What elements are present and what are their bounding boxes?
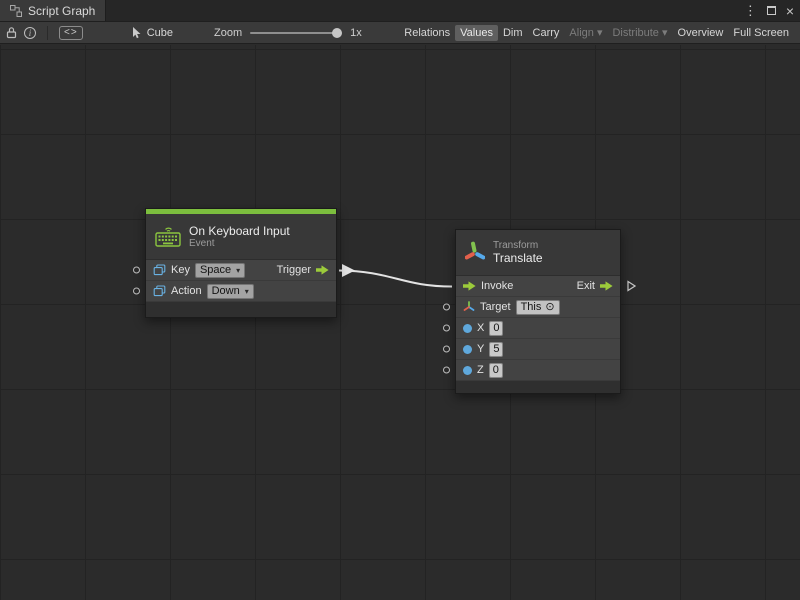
target-input-port[interactable]	[443, 304, 450, 311]
port-row-x: X 0	[456, 318, 620, 339]
graph-icon	[10, 5, 22, 17]
window-menu-icon[interactable]: ⋮	[744, 4, 757, 17]
exit-output-port[interactable]	[600, 281, 613, 291]
translate-node-titles: Transform Translate	[493, 240, 543, 265]
window-titlebar: Script Graph ⋮ ×	[0, 0, 800, 21]
chevron-down-icon: ▾	[236, 266, 240, 275]
keycode-icon	[153, 264, 166, 276]
wire-arrow-icon	[342, 264, 355, 277]
port-row-action: Action Down ▾	[146, 281, 336, 302]
carry-button[interactable]: Carry	[528, 25, 565, 41]
keyboard-icon	[155, 226, 181, 247]
z-label: Z	[477, 364, 484, 376]
flow-row-invoke: Invoke Exit	[456, 276, 620, 297]
relations-button[interactable]: Relations	[399, 25, 455, 41]
invoke-label: Invoke	[481, 280, 513, 292]
x-value-field[interactable]: 0	[489, 321, 503, 336]
info-icon[interactable]: i	[24, 27, 36, 39]
event-node-titles: On Keyboard Input Event	[189, 224, 290, 249]
port-row-y: Y 5	[456, 339, 620, 360]
overview-button[interactable]: Overview	[673, 25, 729, 41]
action-dropdown-value: Down	[212, 285, 240, 297]
x-input-port[interactable]	[443, 325, 450, 332]
tab-script-graph[interactable]: Script Graph	[0, 0, 106, 21]
x-label: X	[477, 322, 484, 334]
exit-label: Exit	[577, 280, 595, 292]
align-button[interactable]: Align ▾	[564, 24, 607, 41]
action-dropdown[interactable]: Down ▾	[207, 284, 254, 299]
key-dropdown[interactable]: Space ▾	[195, 263, 245, 278]
float-type-icon	[463, 324, 472, 333]
float-type-icon	[463, 366, 472, 375]
trigger-output-port[interactable]	[316, 265, 329, 275]
distribute-button[interactable]: Distribute ▾	[607, 24, 672, 41]
cursor-icon	[132, 27, 142, 39]
graph-canvas[interactable]: On Keyboard Input Event Key Space ▾	[0, 45, 800, 600]
node-title: Translate	[493, 251, 543, 265]
key-input-port[interactable]	[133, 267, 140, 274]
z-input-port[interactable]	[443, 367, 450, 374]
dim-button[interactable]: Dim	[498, 25, 528, 41]
z-value-field[interactable]: 0	[489, 363, 503, 378]
zoom-label: Zoom	[214, 27, 242, 39]
keycode-icon	[153, 285, 166, 297]
toolbar-buttons: Relations Values Dim Carry Align ▾ Distr…	[399, 24, 794, 41]
node-footer	[146, 302, 336, 317]
tab-title: Script Graph	[28, 4, 95, 18]
target-object-value: This	[521, 301, 542, 313]
trigger-output-label: Trigger	[277, 264, 311, 276]
zoom-slider-knob[interactable]	[332, 28, 342, 38]
target-object-field[interactable]: This ⊙	[516, 300, 560, 315]
key-dropdown-value: Space	[200, 264, 231, 276]
action-input-port[interactable]	[133, 288, 140, 295]
fullscreen-button[interactable]: Full Screen	[728, 25, 794, 41]
port-row-z: Z 0	[456, 360, 620, 381]
window-controls: ⋮ ×	[744, 0, 794, 21]
close-icon[interactable]: ×	[786, 4, 794, 18]
port-row-target: Target This ⊙	[456, 297, 620, 318]
connection-wire	[0, 45, 800, 600]
zoom-control: Zoom 1x	[214, 27, 362, 39]
maximize-icon[interactable]	[767, 6, 776, 15]
key-port-label: Key	[171, 264, 190, 276]
chevron-down-icon: ▾	[245, 287, 249, 296]
port-row-key: Key Space ▾ Trigger	[146, 260, 336, 281]
node-title: On Keyboard Input	[189, 224, 290, 238]
action-port-label: Action	[171, 285, 202, 297]
node-footer	[456, 381, 620, 393]
invoke-input-port[interactable]	[463, 281, 476, 291]
node-transform-translate[interactable]: Transform Translate Invoke Exit	[455, 229, 621, 394]
graph-owner-group: Cube	[132, 27, 173, 39]
next-flow-triangle-icon	[627, 280, 636, 292]
object-picker-icon: ⊙	[545, 302, 554, 313]
edit-script-icon[interactable]: <>	[59, 26, 83, 40]
event-node-header[interactable]: On Keyboard Input Event	[146, 214, 336, 260]
transform-axis-icon	[463, 301, 475, 313]
node-category: Transform	[493, 240, 543, 251]
translate-icon	[465, 240, 485, 266]
y-input-port[interactable]	[443, 346, 450, 353]
graph-toolbar: i <> Cube Zoom 1x Relations Values Dim C…	[0, 21, 800, 44]
node-on-keyboard-input[interactable]: On Keyboard Input Event Key Space ▾	[145, 208, 337, 318]
node-subtitle: Event	[189, 238, 290, 249]
y-label: Y	[477, 343, 484, 355]
float-type-icon	[463, 345, 472, 354]
y-value-field[interactable]: 5	[489, 342, 503, 357]
toolbar-separator	[47, 26, 48, 40]
graph-object-label: Cube	[147, 27, 173, 39]
lock-icon[interactable]	[6, 26, 17, 39]
zoom-slider[interactable]	[250, 32, 342, 34]
translate-node-header[interactable]: Transform Translate	[456, 230, 620, 276]
zoom-value: 1x	[350, 27, 362, 39]
script-graph-window: Script Graph ⋮ × i <> Cube Zo	[0, 0, 800, 600]
values-button[interactable]: Values	[455, 25, 498, 41]
target-label: Target	[480, 301, 511, 313]
